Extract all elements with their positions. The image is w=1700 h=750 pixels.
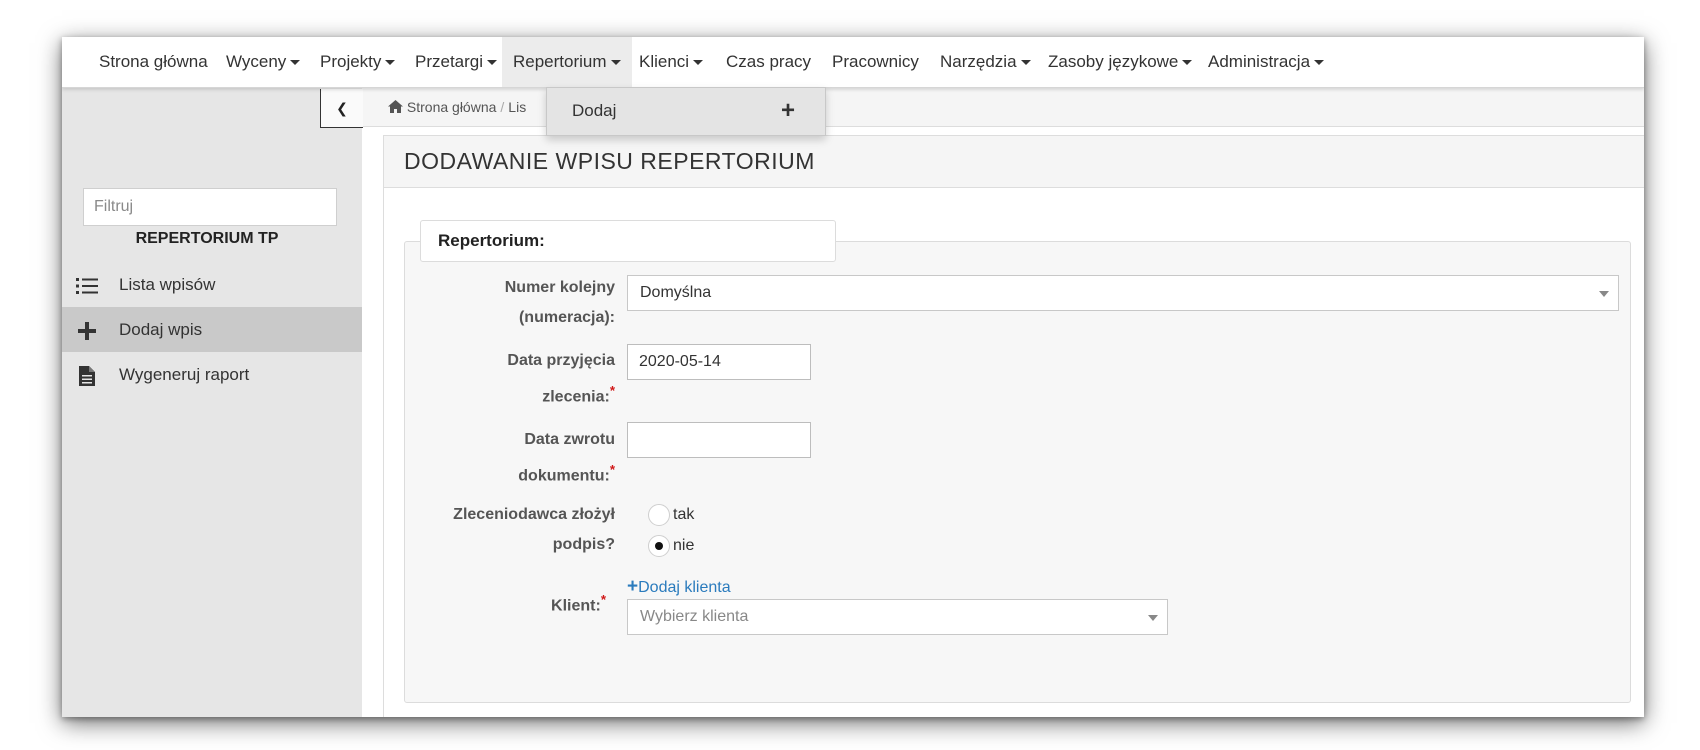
radio-label: tak <box>673 506 695 523</box>
nav-repertorium[interactable]: Repertorium <box>502 37 632 87</box>
caret-down-icon <box>610 60 621 66</box>
file-icon <box>74 352 100 397</box>
numbering-label: Numer kolejny (numeracja): <box>405 273 615 333</box>
caret-down-icon <box>1020 60 1031 66</box>
required-marker: * <box>609 462 615 477</box>
date-return-label: Data zwrotu dokumentu:* <box>405 425 615 491</box>
nav-label: Przetargi <box>415 52 484 71</box>
numbering-select[interactable]: Domyślna <box>627 275 1619 311</box>
sidebar-item-label: Wygeneruj raport <box>119 365 250 384</box>
filter-input[interactable] <box>83 188 337 226</box>
add-client-link[interactable]: +Dodaj klienta <box>627 576 731 599</box>
chevron-left-icon: ❮ <box>336 100 348 116</box>
label-line: dokumentu: <box>518 467 610 485</box>
sidebar-item-dodaj-wpis[interactable]: Dodaj wpis <box>62 307 362 352</box>
client-label: Klient:* <box>405 585 606 621</box>
label-line: (numeracja): <box>518 309 615 326</box>
page-title: DODAWANIE WPISU REPERTORIUM <box>404 148 815 174</box>
fieldset-legend: Repertorium: <box>420 220 836 262</box>
plus-icon <box>74 307 100 352</box>
caret-down-icon <box>1182 60 1193 66</box>
radio-button[interactable] <box>648 534 670 557</box>
sidebar-title: REPERTORIUM TP <box>135 230 279 247</box>
nav-label: Strona główna <box>99 52 208 71</box>
breadcrumb-home-label: Strona główna <box>406 99 497 115</box>
form-panel: DODAWANIE WPISU REPERTORIUM Repertorium:… <box>383 135 1644 717</box>
radio-nie[interactable]: nie <box>648 531 694 561</box>
signature-label: Zleceniodawca złożył podpis? <box>405 500 615 560</box>
home-icon <box>388 99 407 115</box>
date-return-input[interactable] <box>627 422 811 458</box>
chevron-down-icon <box>1599 291 1609 297</box>
label-line: zlecenia: <box>542 388 610 406</box>
nav-label: Pracownicy <box>832 52 919 71</box>
caret-down-icon <box>1314 60 1325 66</box>
nav-label: Klienci <box>639 52 690 71</box>
nav-strona-glowna[interactable]: Strona główna <box>99 37 208 87</box>
add-client-label: Dodaj klienta <box>638 579 731 596</box>
caret-down-icon <box>290 60 301 66</box>
nav-label: Wyceny <box>226 52 287 71</box>
top-navbar: Strona główna Wyceny Projekty Przetargi … <box>62 37 1644 88</box>
nav-narzedzia[interactable]: Narzędzia <box>940 37 1031 87</box>
radio-label: nie <box>673 537 695 554</box>
label-line: podpis? <box>552 536 615 553</box>
breadcrumb-item[interactable]: Lis <box>508 99 526 115</box>
nav-label: Czas pracy <box>726 52 812 71</box>
required-marker: * <box>600 592 606 607</box>
label-line: Zleceniodawca złożył <box>453 506 615 523</box>
dropdown-item-label: Dodaj <box>572 101 617 120</box>
date-accept-label: Data przyjęcia zlecenia:* <box>405 346 615 412</box>
plus-icon: + <box>627 576 639 597</box>
caret-down-icon <box>385 60 396 66</box>
required-marker: * <box>609 383 615 398</box>
radio-button[interactable] <box>648 503 670 526</box>
nav-administracja[interactable]: Administracja <box>1208 37 1325 87</box>
nav-zasoby-jezykowe[interactable]: Zasoby językowe <box>1048 37 1193 87</box>
label-line: Data przyjęcia <box>507 352 615 369</box>
sidebar-item-lista-wpisow[interactable]: Lista wpisów <box>62 262 362 307</box>
sidebar-item-label: Lista wpisów <box>119 275 216 294</box>
label-line: Numer kolejny <box>504 279 615 296</box>
chevron-down-icon <box>1148 615 1158 621</box>
client-placeholder: Wybierz klienta <box>640 608 749 625</box>
nav-klienci[interactable]: Klienci <box>639 37 704 87</box>
sidebar-item-wygeneruj-raport[interactable]: Wygeneruj raport <box>62 352 362 397</box>
nav-pracownicy[interactable]: Pracownicy <box>832 37 919 87</box>
list-icon <box>74 262 100 307</box>
plus-icon: + <box>781 97 796 124</box>
sidebar-item-label: Dodaj wpis <box>119 320 203 339</box>
dropdown-item-dodaj[interactable]: Dodaj + <box>547 88 825 135</box>
nav-label: Administracja <box>1208 52 1311 71</box>
nav-projekty[interactable]: Projekty <box>320 37 396 87</box>
nav-label: Repertorium <box>513 52 607 71</box>
label-line: Data zwrotu <box>524 431 615 448</box>
breadcrumb-home[interactable]: Strona główna / Lis <box>388 88 526 126</box>
nav-przetargi[interactable]: Przetargi <box>415 37 498 87</box>
app-window: Strona główna Wyceny Projekty Przetargi … <box>62 37 1644 717</box>
sidebar: REPERTORIUM TP Lista wpisów Dodaj wpis <box>62 88 362 717</box>
client-select[interactable]: Wybierz klienta <box>627 599 1168 635</box>
breadcrumb-separator: / <box>500 99 505 115</box>
nav-label: Narzędzia <box>940 52 1017 71</box>
nav-label: Zasoby językowe <box>1048 52 1179 71</box>
repertorium-fieldset: Repertorium: Numer kolejny (numeracja): … <box>404 220 1631 703</box>
caret-down-icon <box>487 60 498 66</box>
nav-czas-pracy[interactable]: Czas pracy <box>726 37 811 87</box>
repertorium-dropdown-menu: Dodaj + <box>546 87 826 136</box>
caret-down-icon <box>693 60 704 66</box>
date-accept-input[interactable] <box>627 344 811 380</box>
panel-header: DODAWANIE WPISU REPERTORIUM <box>384 136 1644 188</box>
nav-label: Projekty <box>320 52 382 71</box>
numbering-value: Domyślna <box>640 284 712 301</box>
collapse-sidebar-button[interactable]: ❮ <box>320 89 363 128</box>
radio-tak[interactable]: tak <box>648 500 694 530</box>
nav-wyceny[interactable]: Wyceny <box>226 37 301 87</box>
label-line: Klient: <box>551 597 601 615</box>
